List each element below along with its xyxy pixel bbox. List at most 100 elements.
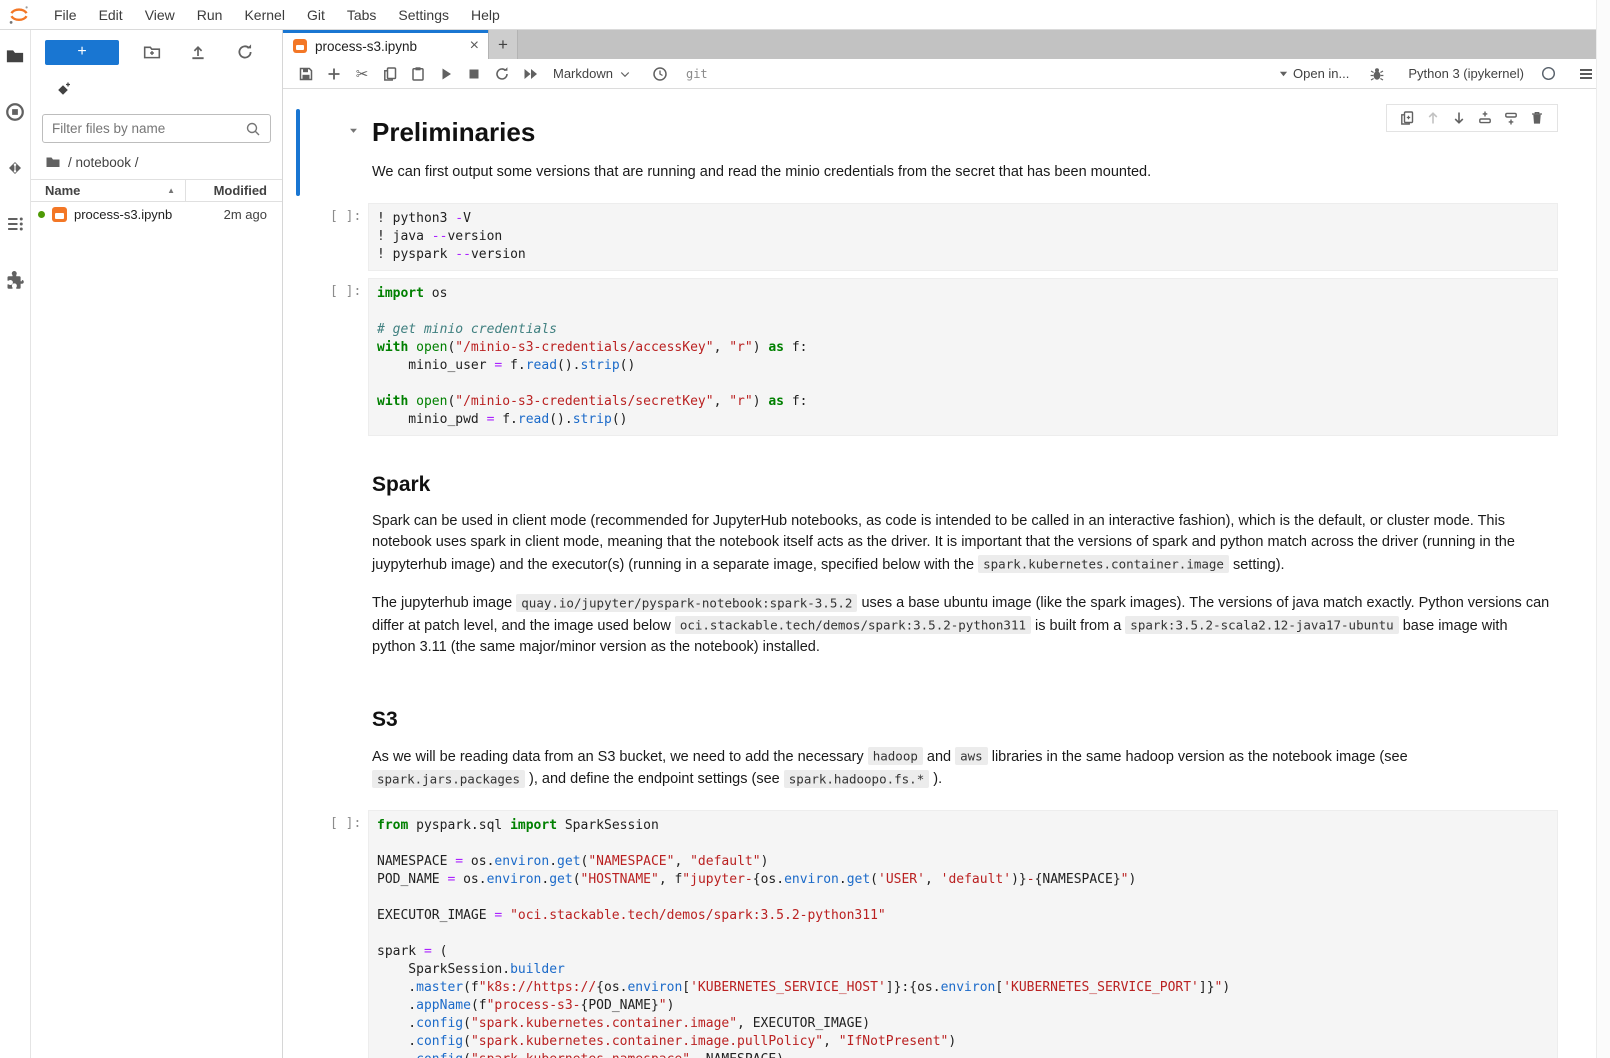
running-icon (5, 102, 25, 122)
run-all-button[interactable] (516, 61, 544, 87)
file-row[interactable]: process-s3.ipynb 2m ago (31, 202, 282, 227)
kernel-status-icon[interactable] (1534, 61, 1562, 87)
code-line: .config("spark.kubernetes.namespace", NA… (377, 1051, 1549, 1058)
delete-cell-button[interactable] (1524, 108, 1550, 128)
sidebar-tab-running-sessions[interactable] (5, 102, 25, 127)
collapse-heading-icon[interactable] (348, 123, 359, 141)
menu-item-help[interactable]: Help (460, 7, 511, 23)
cell-prompt: [ ]: (296, 810, 368, 1058)
markdown-rendered[interactable]: SparkSpark can be used in client mode (r… (368, 443, 1558, 671)
vertical-scrollbar[interactable] (1596, 0, 1610, 1058)
md-heading: Preliminaries (372, 117, 1554, 148)
menu-item-git[interactable]: Git (296, 7, 336, 23)
inline-code: spark.hadoopo.fs.* (784, 770, 929, 788)
open-in-dropdown[interactable]: Open in... (1279, 66, 1349, 81)
filter-files-box (42, 114, 271, 143)
triangle-down-icon (1279, 69, 1288, 78)
refresh-button[interactable] (231, 39, 259, 65)
markdown-rendered[interactable]: Preliminaries We can first output some ve… (368, 109, 1558, 196)
code-cell: [ ]:import os # get minio credentialswit… (296, 278, 1558, 436)
md-paragraph: We can first output some versions that a… (372, 162, 1554, 184)
code-editor[interactable]: from pyspark.sql import SparkSession NAM… (368, 810, 1558, 1058)
new-tab-button[interactable]: + (488, 30, 518, 59)
code-line: NAMESPACE = os.environ.get("NAMESPACE", … (377, 853, 1549, 871)
menu-item-file[interactable]: File (43, 7, 88, 23)
code-line: with open("/minio-s3-credentials/accessK… (377, 339, 1549, 357)
debugger-bug-icon[interactable] (1363, 61, 1391, 87)
selected-cell-bar (296, 109, 300, 196)
menu-item-tabs[interactable]: Tabs (336, 7, 388, 23)
inline-code: quay.io/jupyter/pyspark-notebook:spark-3… (516, 594, 857, 612)
sidebar-tab-table-of-contents[interactable] (5, 214, 25, 239)
column-name[interactable]: Name ▲ (31, 183, 185, 198)
inline-code: spark.jars.packages (372, 770, 525, 788)
menu-item-run[interactable]: Run (186, 7, 234, 23)
stop-button[interactable] (460, 61, 488, 87)
new-launcher-button[interactable]: + (45, 40, 119, 65)
code-line: ! java --version (377, 228, 1549, 246)
tab-process-s3[interactable]: process-s3.ipynb × (283, 30, 488, 59)
markdown-rendered[interactable]: S3As we will be reading data from an S3 … (368, 678, 1558, 803)
insert-below-cell-button[interactable] (1498, 108, 1524, 128)
home-folder-icon[interactable] (45, 154, 61, 170)
move-up-cell-button[interactable] (1420, 108, 1446, 128)
copy-button[interactable] (376, 61, 404, 87)
menu-item-edit[interactable]: Edit (88, 7, 134, 23)
inline-code: spark.kubernetes.container.image (978, 555, 1229, 573)
file-listing-header: Name ▲ Modified (31, 179, 282, 202)
refresh-icon (236, 43, 254, 61)
inline-code: hadoop (868, 747, 923, 765)
paste-icon (410, 66, 426, 82)
kernel-name[interactable]: Python 3 (ipykernel) (1408, 66, 1524, 81)
menu-item-view[interactable]: View (134, 7, 186, 23)
menu-item-settings[interactable]: Settings (387, 7, 460, 23)
move-down-icon (1451, 110, 1467, 126)
cell-prompt (296, 443, 368, 671)
folder-icon (5, 46, 25, 66)
insert-icon (326, 66, 342, 82)
sidebar-tab-git[interactable] (5, 158, 25, 183)
cell-type-dropdown[interactable]: Markdown (553, 66, 631, 81)
md-heading: S3 (372, 708, 1554, 732)
copy-icon (382, 66, 398, 82)
upload-icon (189, 43, 207, 61)
inline-code: aws (955, 747, 988, 765)
save-button[interactable] (292, 61, 320, 87)
run-all-icon (522, 66, 539, 82)
move-down-cell-button[interactable] (1446, 108, 1472, 128)
insert-button[interactable] (320, 61, 348, 87)
cell-prompt: [ ]: (296, 203, 368, 271)
code-line: ! pyspark --version (377, 246, 1549, 264)
git-icon (5, 158, 25, 178)
save-icon (298, 66, 314, 82)
cut-button[interactable]: ✂ (348, 61, 376, 87)
code-line: .appName(f"process-s3-{POD_NAME}") (377, 997, 1549, 1015)
code-line: # get minio credentials (377, 321, 1549, 339)
breadcrumb[interactable]: / notebook / (45, 154, 282, 170)
restart-button[interactable] (488, 61, 516, 87)
code-editor[interactable]: ! python3 -V! java --version! pyspark --… (368, 203, 1558, 271)
close-tab-icon[interactable]: × (470, 38, 479, 54)
new-folder-button[interactable] (138, 39, 166, 65)
filter-files-input[interactable] (52, 121, 245, 136)
git-toolbar-label[interactable]: git (686, 67, 708, 81)
code-line: minio_user = f.read().strip() (377, 357, 1549, 375)
duplicate-cell-button[interactable] (1394, 108, 1420, 128)
toc-icon (5, 214, 25, 234)
sidebar-tab-extensions[interactable] (5, 270, 25, 295)
run-button[interactable] (432, 61, 460, 87)
insert-above-cell-button[interactable] (1472, 108, 1498, 128)
code-editor[interactable]: import os # get minio credentialswith op… (368, 278, 1558, 436)
menu-item-kernel[interactable]: Kernel (233, 7, 295, 23)
upload-button[interactable] (184, 39, 212, 65)
markdown-cell: S3As we will be reading data from an S3 … (296, 678, 1558, 803)
code-line (377, 889, 1549, 907)
column-modified[interactable]: Modified (186, 183, 282, 198)
paste-button[interactable] (404, 61, 432, 87)
git-clone-icon[interactable] (54, 81, 72, 99)
execution-time-button[interactable] (646, 61, 674, 87)
move-up-icon (1425, 110, 1441, 126)
md-paragraph: The jupyterhub image quay.io/jupyter/pys… (372, 592, 1554, 659)
sidebar-tab-files[interactable] (5, 46, 25, 71)
left-activity-bar (0, 30, 31, 1058)
